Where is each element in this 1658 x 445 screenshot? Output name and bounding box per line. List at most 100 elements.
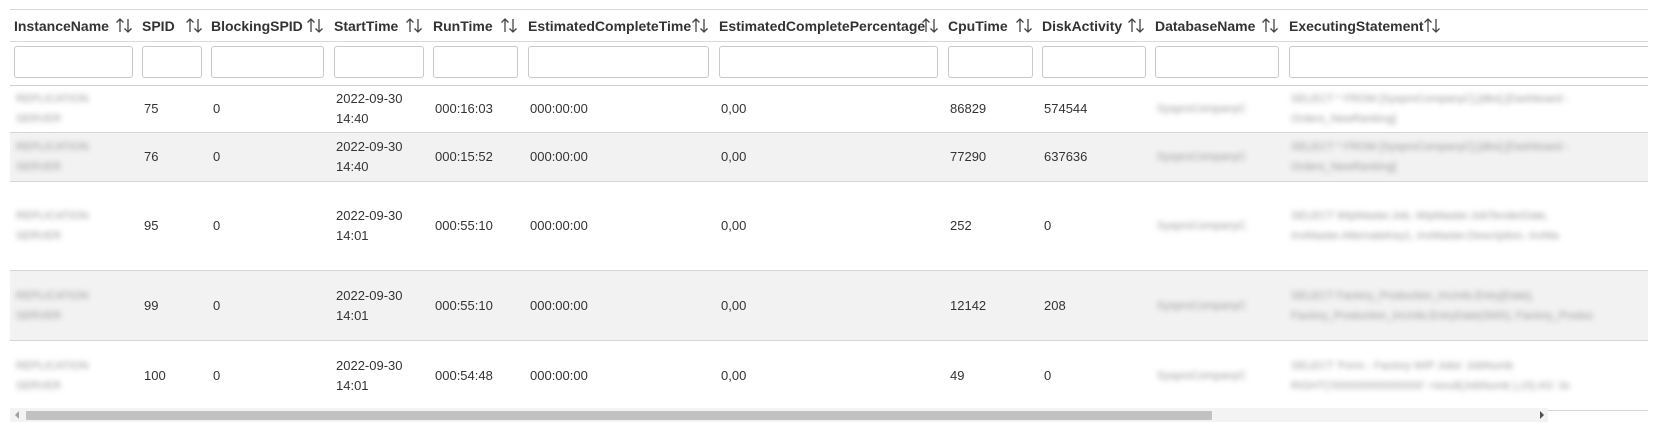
cell-text: 0,00 [721, 297, 747, 313]
sort-arrows-icon[interactable] [499, 16, 519, 36]
table-row[interactable]: REPLICATION SERVER 95 0 2022-09-30 14:01 000… [10, 182, 1648, 271]
column-header-label: EstimatedCompleteTime [528, 17, 692, 34]
cell-text: SELECT 'Form - Factory WIP Jobs' JobNumb… [1291, 359, 1570, 392]
cell-db: SysproCompanyC [1157, 182, 1279, 270]
cell-text: 2022-09-30 14:40 [336, 139, 403, 174]
filter-input-est_pct[interactable] [719, 46, 938, 78]
cell-text: 0 [213, 297, 221, 313]
cell-text: 574544 [1044, 101, 1088, 116]
sort-arrows-icon[interactable] [1260, 16, 1280, 36]
column-header-spid[interactable]: SPID [138, 10, 175, 41]
column-header-label: DatabaseName [1155, 17, 1256, 34]
cell-text: 76 [144, 149, 159, 164]
cell-text: 77290 [950, 149, 987, 164]
cell-cpu: 86829 [950, 86, 1032, 132]
column-header-cpu[interactable]: CpuTime [944, 10, 1008, 41]
cell-text: 0,00 [721, 367, 747, 383]
column-header-blocking[interactable]: BlockingSPID [207, 10, 303, 41]
cell-blocking: 0 [213, 271, 324, 340]
filter-input-blocking[interactable] [211, 46, 324, 78]
chevron-left-icon[interactable] [15, 411, 19, 419]
column-header-instance[interactable]: InstanceName [10, 10, 109, 41]
filter-input-run[interactable] [433, 46, 518, 78]
cell-stmt: SELECT * FROM [SysproCompanyC].[dbo].[Da… [1291, 133, 1642, 181]
column-header-label: RunTime [433, 17, 493, 34]
sort-arrows-icon[interactable] [404, 16, 424, 36]
column-header-run[interactable]: RunTime [429, 10, 493, 41]
cell-text: SysproCompanyC [1157, 220, 1247, 232]
cell-est_time: 000:00:00 [530, 86, 709, 132]
column-header-label: ExecutingStatement [1289, 17, 1424, 34]
cell-stmt: SELECT * FROM [SysproCompanyC].[dbo].[Da… [1291, 86, 1642, 132]
cell-text: REPLICATION SERVER [16, 210, 89, 242]
cell-start: 2022-09-30 14:01 [336, 182, 423, 270]
table-row[interactable]: REPLICATION SERVER 76 0 2022-09-30 14:40 000… [10, 133, 1648, 182]
filter-input-instance[interactable] [14, 46, 133, 78]
sort-arrows-icon[interactable] [1014, 16, 1034, 36]
cell-text: SysproCompanyC [1157, 369, 1247, 382]
cell-start: 2022-09-30 14:01 [336, 341, 423, 410]
column-header-db[interactable]: DatabaseName [1151, 10, 1255, 41]
cell-db: SysproCompanyC [1157, 271, 1279, 340]
table-row[interactable]: REPLICATION SERVER 99 0 2022-09-30 14:01 000… [10, 271, 1648, 341]
filter-input-est_time[interactable] [528, 46, 709, 78]
cell-spid: 100 [144, 341, 201, 410]
sort-arrows-icon[interactable] [1126, 16, 1146, 36]
filter-input-cpu[interactable] [948, 46, 1033, 78]
chevron-right-icon[interactable] [1540, 411, 1544, 419]
cell-cpu: 12142 [950, 271, 1032, 340]
sort-arrows-icon[interactable] [690, 16, 710, 36]
cell-instance: REPLICATION SERVER [16, 182, 132, 270]
sort-arrows-icon[interactable] [305, 16, 325, 36]
cell-instance: REPLICATION SERVER [16, 133, 132, 181]
column-header-stmt[interactable]: ExecutingStatement [1285, 10, 1424, 41]
cell-disk: 0 [1044, 341, 1145, 410]
cell-disk: 637636 [1044, 133, 1145, 181]
cell-est_pct: 0,00 [721, 133, 938, 181]
column-header-est_pct[interactable]: EstimatedCompletePercentage [715, 10, 925, 41]
cell-run: 000:55:10 [435, 182, 518, 270]
filter-input-db[interactable] [1155, 46, 1279, 78]
cell-text: 000:00:00 [530, 297, 588, 313]
filter-input-start[interactable] [334, 46, 424, 78]
cell-est_pct: 0,00 [721, 182, 938, 270]
column-header-start[interactable]: StartTime [330, 10, 398, 41]
horizontal-scrollbar[interactable] [10, 408, 1548, 422]
cell-text: 000:15:52 [435, 149, 493, 164]
table-row[interactable]: REPLICATION SERVER 100 0 2022-09-30 14:01 00… [10, 341, 1648, 411]
cell-stmt: SELECT WipMaster.Job, WipMaster.JobTende… [1291, 182, 1642, 270]
sort-arrows-icon[interactable] [184, 16, 204, 36]
column-header-disk[interactable]: DiskActivity [1038, 10, 1122, 41]
cell-stmt: SELECT Factory_Production_InUnits.Entry[… [1291, 271, 1642, 340]
column-header-label: SPID [142, 17, 175, 34]
cell-run: 000:16:03 [435, 86, 518, 132]
cell-text: SysproCompanyC [1157, 151, 1247, 163]
cell-text: SELECT * FROM [SysproCompanyC].[dbo].[Da… [1291, 141, 1569, 173]
sort-arrows-icon[interactable] [920, 16, 940, 36]
filter-input-stmt[interactable] [1289, 46, 1648, 78]
column-header-label: EstimatedCompletePercentage [719, 17, 926, 34]
cell-db: SysproCompanyC [1157, 341, 1279, 410]
scrollbar-thumb[interactable] [26, 411, 1212, 420]
cell-text: SELECT * FROM [SysproCompanyC].[dbo].[Da… [1291, 93, 1569, 125]
table-row[interactable]: REPLICATION SERVER 75 0 2022-09-30 14:40 000… [10, 86, 1648, 133]
sort-arrows-icon[interactable] [114, 16, 134, 36]
column-header-label: DiskActivity [1042, 17, 1123, 34]
cell-text: 637636 [1044, 149, 1088, 164]
cell-text: SysproCompanyC [1157, 103, 1247, 115]
cell-text: 0,00 [721, 218, 747, 233]
cell-start: 2022-09-30 14:01 [336, 271, 423, 340]
cell-instance: REPLICATION SERVER [16, 86, 132, 132]
cell-spid: 75 [144, 86, 201, 132]
filter-input-disk[interactable] [1042, 46, 1146, 78]
sort-arrows-icon[interactable] [1422, 16, 1442, 36]
cell-text: 99 [144, 297, 159, 313]
filter-input-spid[interactable] [142, 46, 202, 78]
cell-text: 95 [144, 218, 159, 233]
cell-text: 000:54:48 [435, 367, 493, 383]
column-header-est_time[interactable]: EstimatedCompleteTime [524, 10, 691, 41]
cell-text: 0,00 [721, 101, 747, 116]
cell-text: 2022-09-30 14:01 [336, 357, 403, 393]
cell-start: 2022-09-30 14:40 [336, 86, 423, 132]
grid-header: InstanceName SPID BlockingSPID StartTime Run… [10, 10, 1648, 42]
